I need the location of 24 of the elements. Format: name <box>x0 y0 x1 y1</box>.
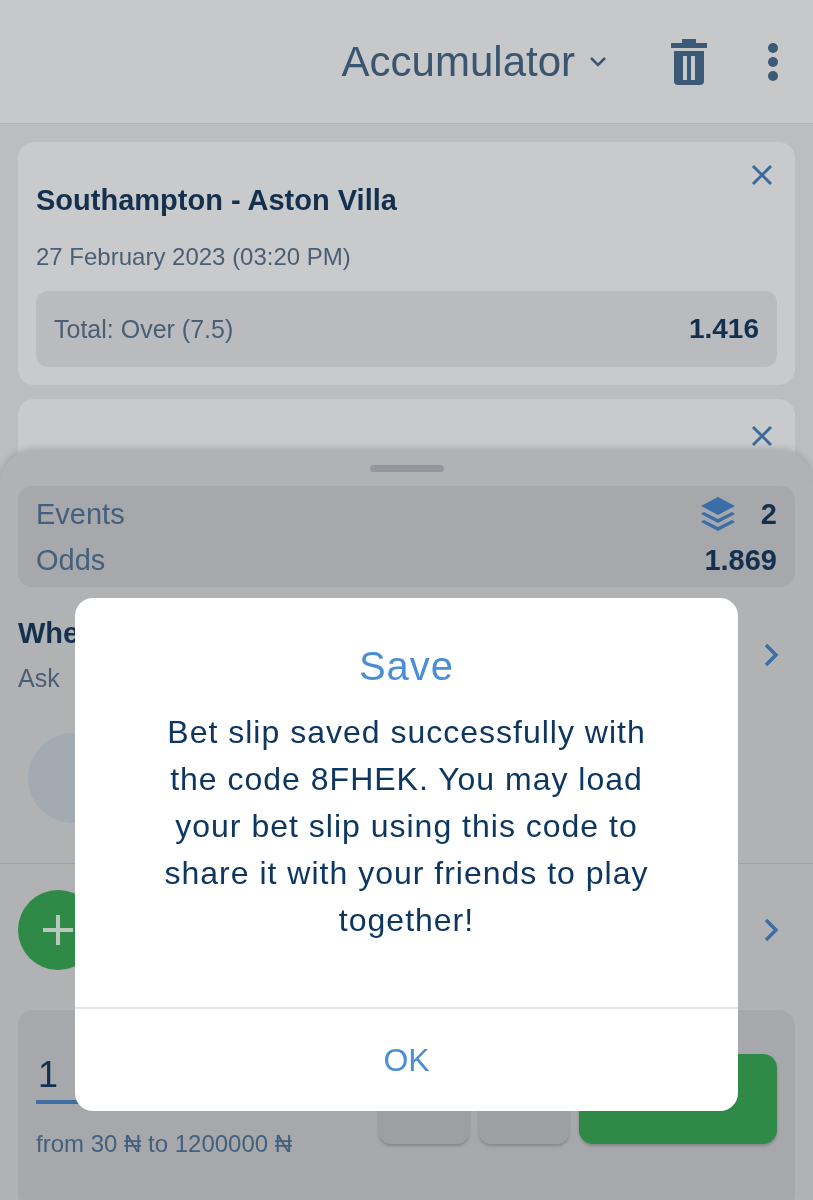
market-label: Total: Over (7.5) <box>54 314 234 344</box>
summary-value: 1.869 <box>704 544 777 577</box>
trash-icon[interactable] <box>671 38 707 85</box>
close-button[interactable] <box>751 425 773 447</box>
match-title: Southampton - Aston Villa <box>36 183 398 217</box>
drag-handle[interactable] <box>369 465 444 472</box>
dialog-title: Save <box>357 644 456 689</box>
chevron-right-icon[interactable] <box>763 917 779 943</box>
summary-value: 2 <box>760 497 777 531</box>
ok-button[interactable]: OK <box>75 1007 738 1111</box>
more-icon[interactable] <box>767 41 779 82</box>
title-dropdown[interactable]: Accumulator <box>341 37 607 86</box>
close-button[interactable] <box>751 164 773 186</box>
stake-range: from 30 ₦ to 1200000 ₦ <box>36 1130 294 1158</box>
option-title: Whe <box>18 617 80 650</box>
summary-label: Events <box>36 497 125 531</box>
chevron-right-icon[interactable] <box>763 642 779 668</box>
plus-icon <box>41 913 75 947</box>
option-subtitle: Ask <box>18 664 61 693</box>
caret-icon <box>589 55 607 68</box>
match-date: 27 February 2023 (03:20 PM) <box>36 243 352 271</box>
odds-value: 1.416 <box>688 313 759 345</box>
dialog-message: Bet slip saved successfully with the code 8FHEK. You may load your bet slip using this code to share it with your friends to play together! <box>163 713 650 940</box>
summary-label: Odds <box>36 544 106 577</box>
